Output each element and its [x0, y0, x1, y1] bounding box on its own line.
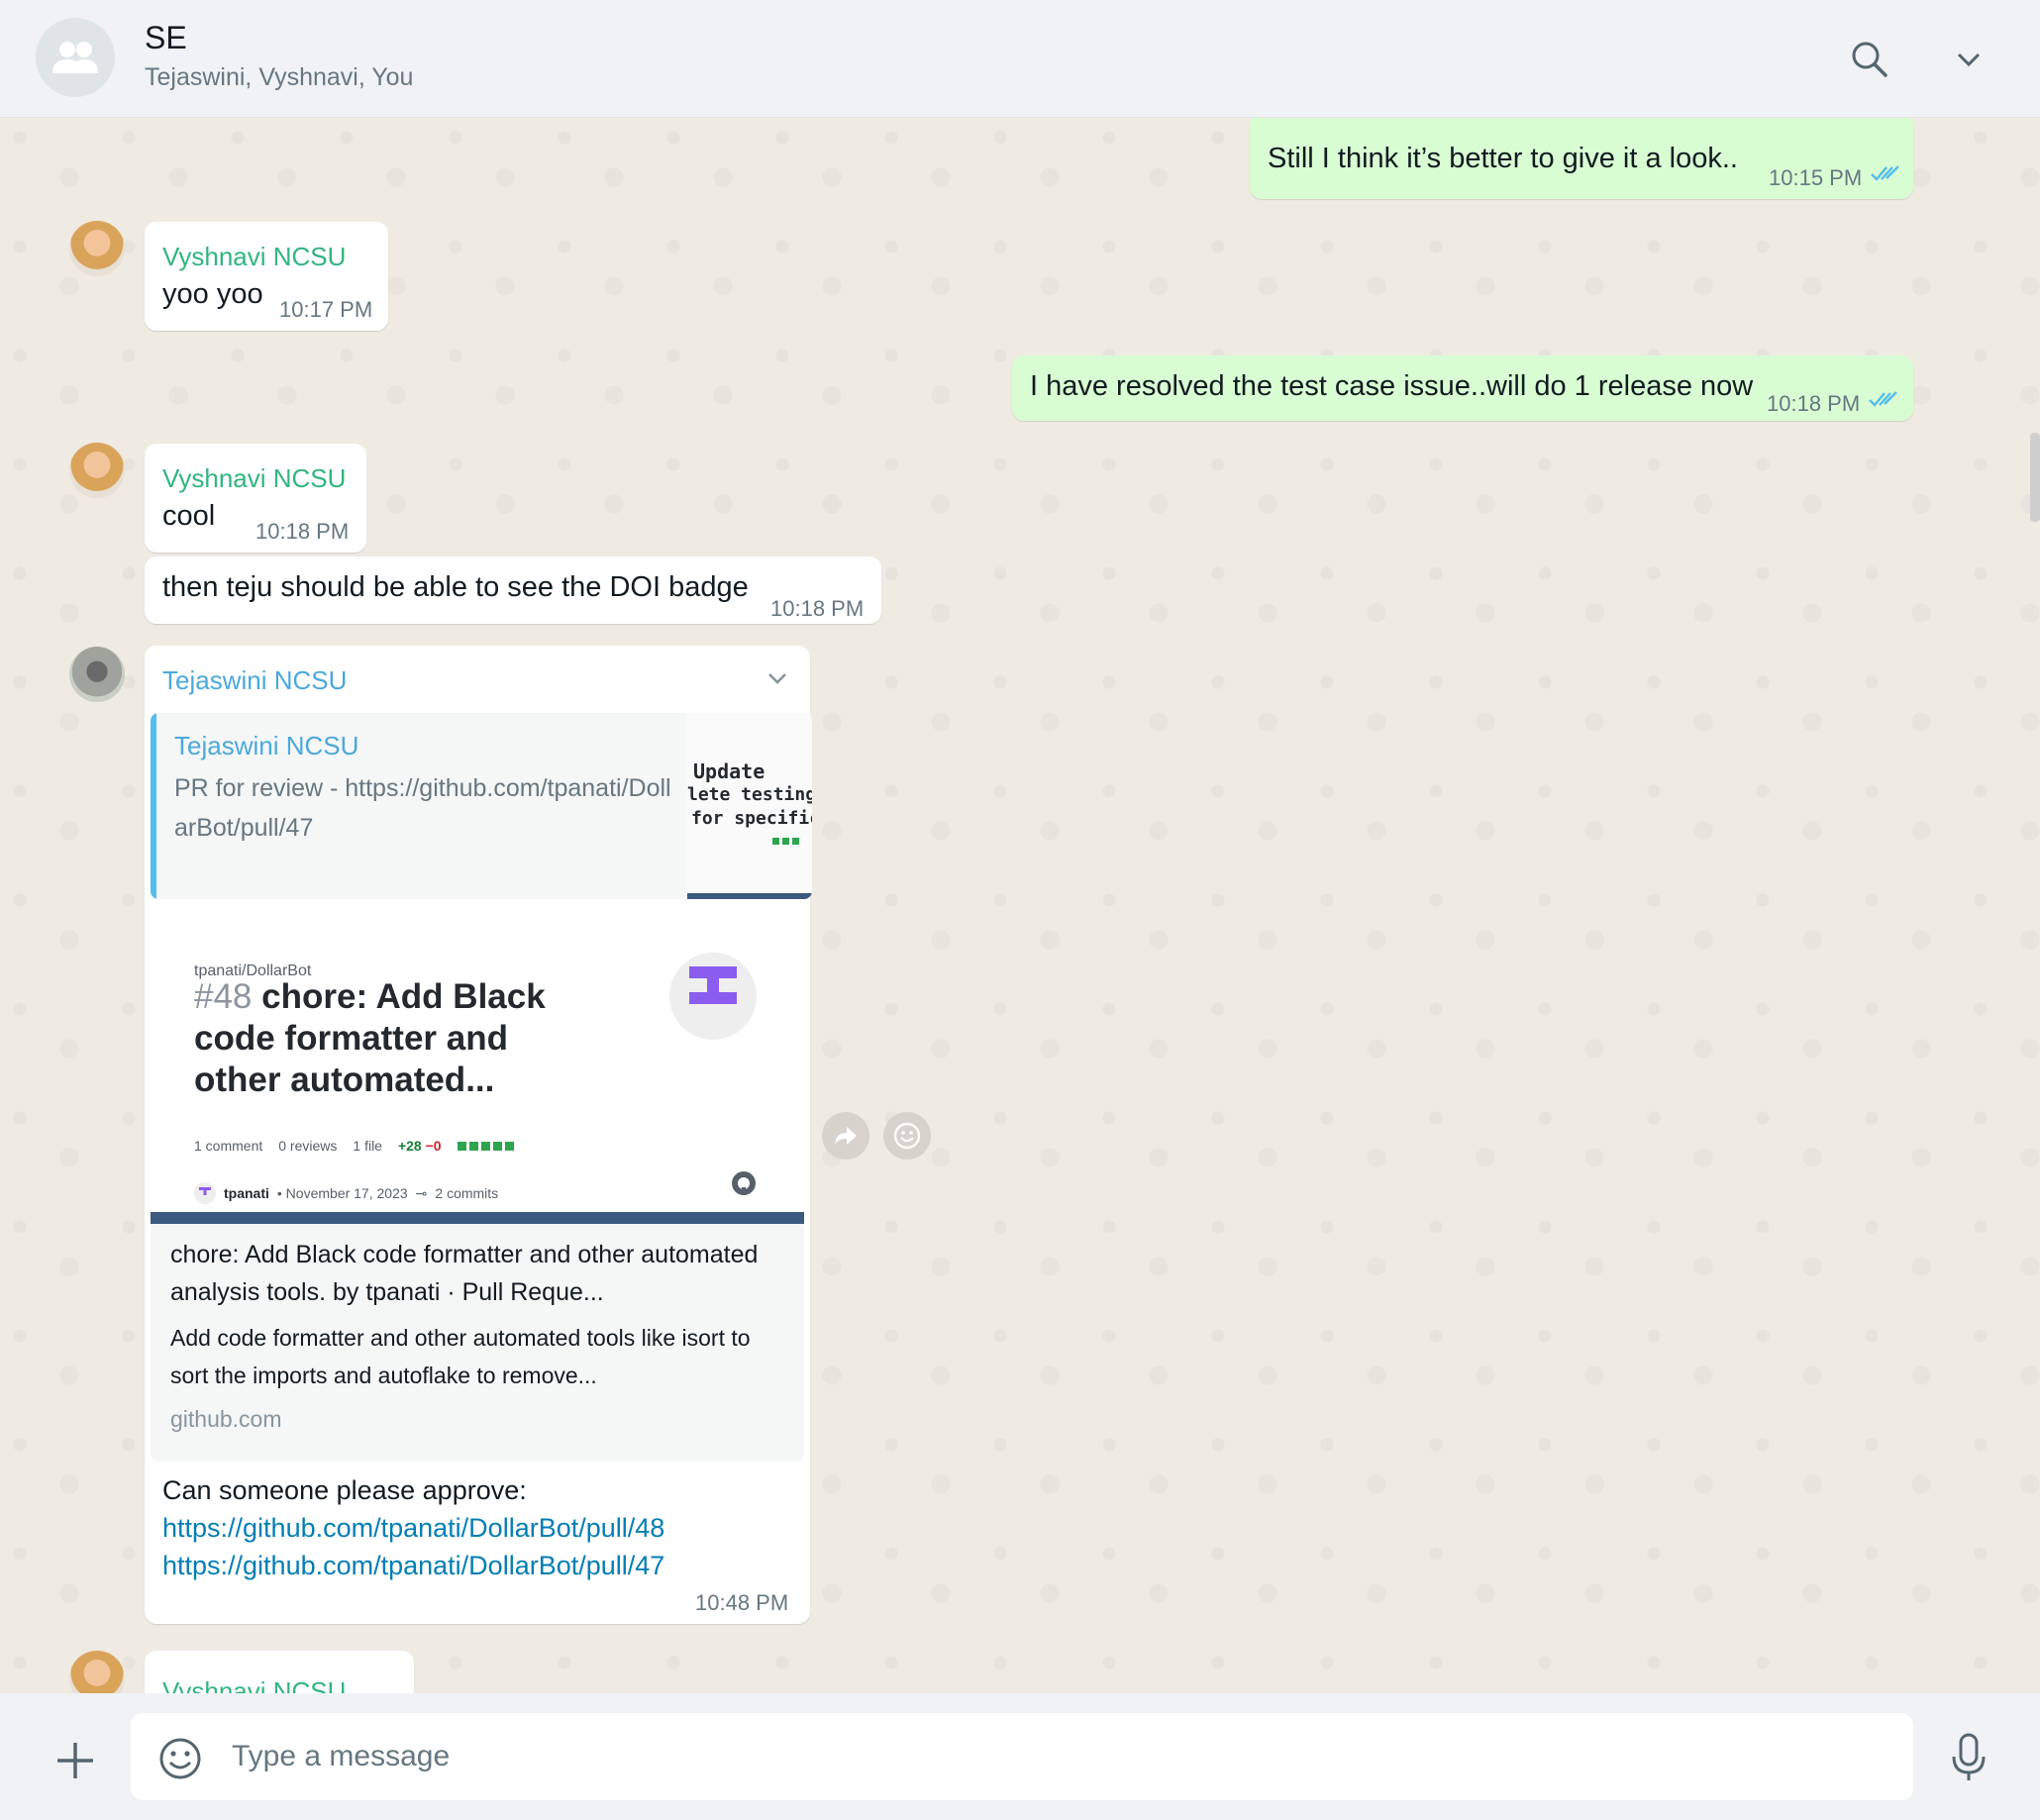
message-time: 10:18 PM	[255, 519, 350, 544]
avatar[interactable]	[69, 647, 125, 702]
chat-title[interactable]: SE	[145, 20, 187, 56]
avatar[interactable]	[69, 1651, 125, 1693]
double-check-icon	[1869, 391, 1897, 407]
scrollbar[interactable]	[2030, 433, 2040, 522]
message-body: Can someone please approve: https://gith…	[162, 1471, 786, 1584]
pr-link[interactable]: https://github.com/tpanati/DollarBot/pul…	[162, 1547, 786, 1584]
message-list[interactable]: Still I think it’s better to give it a l…	[0, 118, 2040, 1693]
message-time: 10:18 PM	[770, 596, 865, 621]
chevron-down-icon[interactable]	[763, 663, 792, 693]
incoming-message[interactable]: Vyshnavi NCSU cool 10:18 PM	[145, 444, 366, 553]
message-text: cool	[162, 500, 216, 532]
quoted-message[interactable]: Tejaswini NCSU PR for review - https://g…	[151, 713, 812, 899]
repo-logo-icon	[669, 953, 757, 1040]
preview-description: Add code formatter and other automated t…	[170, 1325, 751, 1388]
link-preview[interactable]: tpanati/DollarBot #48 chore: Add Black c…	[151, 905, 804, 1462]
outgoing-message[interactable]: Still I think it’s better to give it a l…	[1250, 118, 1913, 199]
message-time: 10:17 PM	[279, 297, 373, 322]
incoming-message[interactable]: Vyshnavi NCSU	[145, 1651, 414, 1693]
github-icon	[732, 1171, 756, 1195]
chevron-down-icon[interactable]	[1949, 40, 1989, 79]
composer-bar	[0, 1693, 2040, 1820]
message-text: then teju should be able to see the DOI …	[162, 571, 749, 603]
quoted-text: PR for review - https://github.com/tpana…	[174, 774, 671, 842]
message-text: I have resolved the test case issue..wil…	[1030, 370, 1754, 402]
double-check-icon	[1871, 165, 1899, 181]
preview-stats: 1 comment 0 reviews 1 file +28 −0	[194, 1127, 514, 1164]
message-time: 10:18 PM	[1767, 391, 1861, 416]
avatar[interactable]	[69, 221, 125, 276]
preview-pr-heading: #48 chore: Add Black code formatter and …	[194, 977, 546, 1099]
quoted-thumbnail: Update lete testing for specific	[687, 713, 812, 899]
message-text: yoo yoo	[162, 278, 263, 310]
chat-header[interactable]: SE Tejaswini, Vyshnavi, You	[0, 0, 2040, 118]
pr-link[interactable]: https://github.com/tpanati/DollarBot/pul…	[162, 1509, 786, 1547]
group-avatar-icon[interactable]	[36, 18, 115, 97]
incoming-message[interactable]: Tejaswini NCSU Tejaswini NCSU PR for rev…	[145, 646, 812, 1624]
incoming-message[interactable]: Vyshnavi NCSU yoo yoo 10:17 PM	[145, 222, 388, 331]
preview-title[interactable]: chore: Add Black code formatter and othe…	[170, 1236, 794, 1311]
message-text: Can someone please approve:	[162, 1475, 527, 1505]
message-composer[interactable]	[131, 1713, 1913, 1800]
message-input[interactable]	[232, 1731, 1866, 1782]
preview-image: tpanati/DollarBot #48 chore: Add Black c…	[151, 905, 804, 1224]
message-sender[interactable]: Vyshnavi NCSU	[162, 238, 346, 275]
chat-participants: Tejaswini, Vyshnavi, You	[145, 63, 414, 91]
message-time: 10:15 PM	[1769, 165, 1863, 190]
emoji-reaction-icon[interactable]	[883, 1112, 931, 1160]
message-time: 10:48 PM	[695, 1590, 789, 1615]
message-sender[interactable]: Vyshnavi NCSU	[162, 459, 346, 497]
avatar[interactable]	[69, 443, 125, 498]
mic-icon[interactable]	[1949, 1733, 1989, 1782]
plus-icon[interactable]	[53, 1739, 97, 1782]
message-sender[interactable]: Tejaswini NCSU	[162, 661, 347, 699]
outgoing-message[interactable]: I have resolved the test case issue..wil…	[1012, 355, 1913, 421]
preview-author: tpanati • November 17, 2023 ⊸ 2 commits	[194, 1174, 498, 1212]
message-sender[interactable]: Vyshnavi NCSU	[162, 1672, 346, 1693]
incoming-message[interactable]: then teju should be able to see the DOI …	[145, 556, 881, 624]
preview-domain: github.com	[170, 1406, 282, 1432]
forward-icon[interactable]	[822, 1112, 869, 1160]
emoji-icon[interactable]	[158, 1737, 202, 1780]
search-icon[interactable]	[1848, 38, 1891, 81]
quoted-sender: Tejaswini NCSU	[174, 731, 359, 760]
message-text: Still I think it’s better to give it a l…	[1268, 143, 1738, 174]
